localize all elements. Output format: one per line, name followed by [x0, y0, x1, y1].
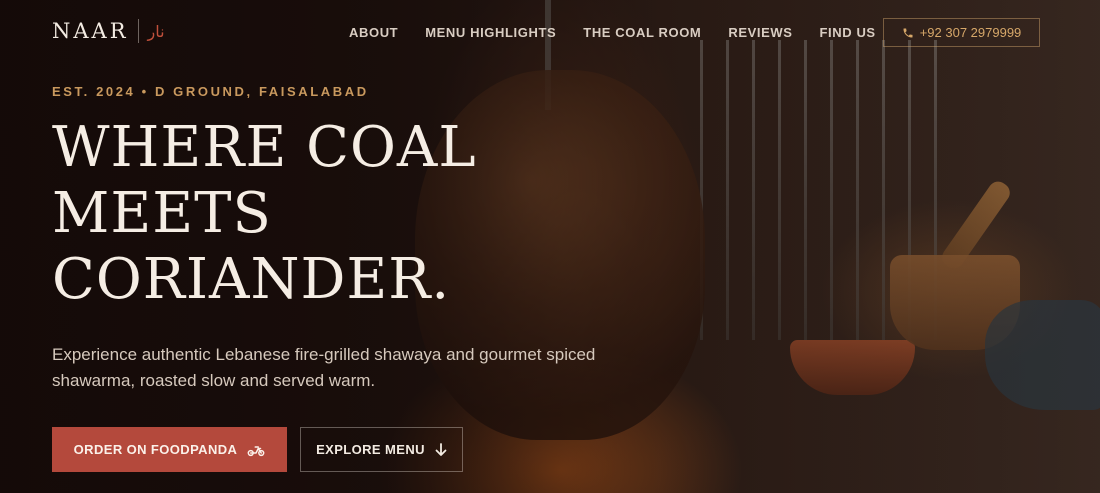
- hero-eyebrow: EST. 2024 • D GROUND, FAISALABAD: [52, 84, 369, 99]
- nav-reviews[interactable]: REVIEWS: [728, 25, 792, 40]
- nav-find-us[interactable]: FIND US: [820, 25, 876, 40]
- nav-menu-highlights[interactable]: MENU HIGHLIGHTS: [425, 25, 556, 40]
- headline-line: CORIANDER.: [52, 247, 451, 312]
- phone-button[interactable]: +92 307 2979999: [883, 18, 1040, 47]
- logo-divider: [137, 19, 139, 43]
- hero-headline: WHERE COAL MEETS CORIANDER.: [52, 115, 612, 313]
- nav-about[interactable]: ABOUT: [349, 25, 398, 40]
- hero-subtitle: Experience authentic Lebanese fire-grill…: [52, 345, 596, 390]
- main-nav: ABOUT MENU HIGHLIGHTS THE COAL ROOM REVI…: [349, 25, 903, 40]
- phone-icon: [903, 28, 913, 37]
- nav-coal-room[interactable]: THE COAL ROOM: [583, 25, 701, 40]
- logo-text: NAAR: [52, 19, 129, 43]
- explore-button-label: EXPLORE MENU: [316, 442, 425, 457]
- headline-line: WHERE COAL: [52, 115, 477, 180]
- explore-menu-button[interactable]: EXPLORE MENU: [300, 427, 463, 472]
- logo-arabic-text: نار: [147, 21, 165, 41]
- site-logo[interactable]: NAAR نار: [52, 19, 165, 43]
- arrow-down-icon: [435, 442, 447, 456]
- order-button-label: ORDER ON FOODPANDA: [73, 442, 238, 457]
- order-foodpanda-button[interactable]: ORDER ON FOODPANDA: [52, 427, 287, 472]
- phone-number: +92 307 2979999: [919, 25, 1022, 40]
- headline-line: MEETS: [52, 181, 272, 246]
- scooter-icon: [247, 445, 265, 456]
